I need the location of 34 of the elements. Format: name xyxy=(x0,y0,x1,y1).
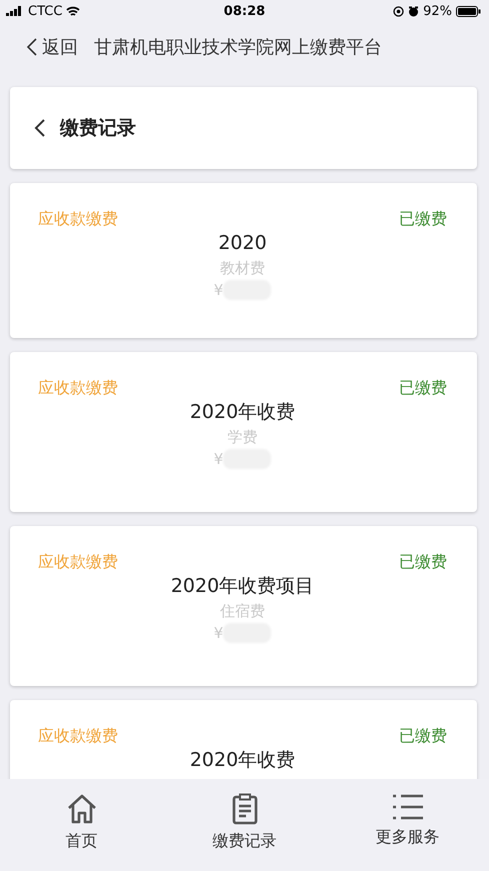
currency-symbol: ¥ xyxy=(214,624,224,642)
alarm-icon xyxy=(408,6,420,16)
payment-type: 应收款缴费 xyxy=(38,378,118,399)
section-title: 缴费记录 xyxy=(60,116,136,141)
payment-status: 已缴费 xyxy=(399,726,447,747)
battery-icon xyxy=(456,6,481,16)
chevron-left-icon xyxy=(26,38,38,56)
record-title: 2020年收费项目 xyxy=(170,575,314,598)
record-card[interactable]: 应收款缴费 已缴费 2020年收费 xyxy=(10,700,477,779)
payment-type: 应收款缴费 xyxy=(38,552,118,573)
payment-type: 应收款缴费 xyxy=(38,726,118,747)
tab-bar-item[interactable]: 首页 xyxy=(26,793,136,852)
payment-status: 已缴费 xyxy=(399,552,447,573)
carrier-text: CTCC xyxy=(28,4,62,18)
page-title: 甘肃机电职业技术学院网上缴费平台 xyxy=(94,36,382,59)
payment-status: 已缴费 xyxy=(399,378,447,399)
time-text: 08:28 xyxy=(224,4,266,18)
tab-bar-item[interactable]: 更多服务 xyxy=(352,793,462,848)
currency-symbol: ¥ xyxy=(214,280,224,299)
wifi-icon xyxy=(66,6,80,16)
signal-icon xyxy=(6,6,24,16)
record-title: 2020 xyxy=(218,232,267,255)
chevron-left-icon[interactable] xyxy=(34,118,46,138)
list-icon xyxy=(392,793,424,821)
payment-type: 应收款缴费 xyxy=(38,209,118,230)
tab-bar-item[interactable]: 缴费记录 xyxy=(190,793,300,852)
battery-text: 92% xyxy=(423,4,452,18)
location-icon xyxy=(393,6,404,16)
payment-status: 已缴费 xyxy=(399,209,447,230)
clipboard-icon xyxy=(230,793,258,825)
back-button[interactable]: 返回 xyxy=(26,35,78,59)
record-title: 2020年收费 xyxy=(190,749,296,772)
record-title: 2020年收费 xyxy=(190,401,296,424)
currency-symbol: ¥ xyxy=(214,450,224,468)
